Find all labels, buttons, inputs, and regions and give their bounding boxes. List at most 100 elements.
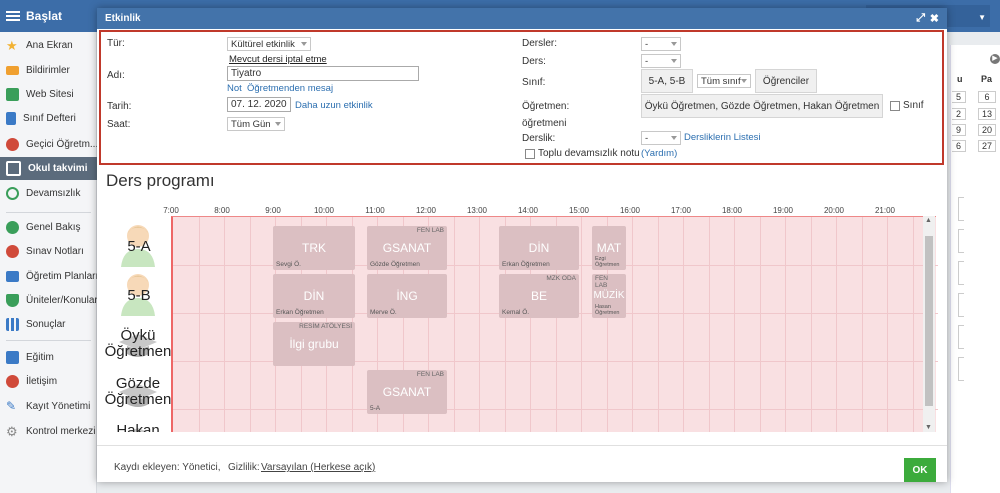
cancel-lesson-link[interactable]: Mevcut dersi iptal etme [229, 54, 327, 65]
name-input[interactable]: Tiyatro [227, 66, 419, 81]
expand-icon[interactable]: ⤢ [916, 12, 925, 25]
sidebar-item-devamsizlik[interactable]: Devamsızlık [0, 182, 97, 204]
lesson-block[interactable]: FEN LAB MÜZİK Hasan Öğretmen [592, 274, 626, 318]
calendar-day[interactable]: 9 [952, 124, 966, 136]
time-label: 16:00 [619, 206, 641, 215]
lesson-block[interactable]: FEN LAB GSANAT Gözde Öğretmen [367, 226, 447, 270]
whole-class-select[interactable]: Tüm sınıf [697, 74, 751, 88]
sidebar-item-web-sitesi[interactable]: Web Sitesi [0, 83, 97, 105]
help-link[interactable]: (Yardım) [641, 148, 677, 159]
grid-line [198, 217, 200, 432]
close-icon[interactable]: ✖ [930, 12, 939, 25]
schedule-scrollbar[interactable]: ▲ ▼ [923, 216, 935, 432]
sidebar-item-sinav-notlari[interactable]: Sınav Notları [0, 240, 97, 262]
classroom-select[interactable]: - [641, 131, 681, 145]
hamburger-icon [6, 11, 20, 21]
time-label: Saat: [107, 119, 131, 130]
lesson-block[interactable]: RESİM ATÖLYESİ İlgi grubu [273, 322, 355, 366]
grid-line [734, 217, 735, 432]
calendar-day[interactable]: 13 [978, 108, 996, 120]
calendar-day[interactable]: 6 [952, 140, 966, 152]
scroll-down-icon[interactable]: ▼ [925, 424, 932, 431]
time-select[interactable]: Tüm Gün [227, 117, 285, 131]
privacy-link[interactable]: Varsayılan (Herkese açık) [261, 462, 375, 473]
chevron-down-icon [671, 59, 677, 63]
teacher-message-link[interactable]: Öğretmenden mesaj [247, 83, 333, 94]
class-label: Sınıf: [522, 77, 546, 88]
sidebar-item-uniteler-konular[interactable]: Üniteler/Konular [0, 289, 97, 311]
background-box [958, 229, 964, 253]
longer-event-link[interactable]: Daha uzun etkinlik [295, 100, 373, 111]
lesson-block[interactable]: MAT Ezgi Öğretmen [592, 226, 626, 270]
grid-line [810, 217, 812, 432]
lesson-block[interactable]: TRK Sevgi Ö. [273, 226, 355, 270]
lesson-block[interactable]: FEN LAB GSANAT 5-A [367, 370, 447, 414]
calendar-day[interactable]: 2 [952, 108, 966, 120]
home-icon [6, 87, 19, 101]
next-month-icon[interactable]: ▶ [990, 54, 1000, 64]
scroll-up-icon[interactable]: ▲ [925, 217, 932, 224]
added-by-text: Kaydı ekleyen: Yönetici, [114, 462, 221, 473]
scrollbar-thumb[interactable] [925, 236, 933, 406]
grid-line [887, 217, 888, 432]
ok-button[interactable]: OK [904, 458, 936, 482]
sidebar-item-ana-ekran[interactable]: ★ Ana Ekran [0, 34, 97, 56]
teachers-button[interactable]: Öykü Öğretmen, Gözde Öğretmen, Hakan Öğr… [641, 94, 883, 118]
grid-line [657, 217, 659, 432]
bulk-absence-checkbox[interactable] [525, 149, 535, 159]
classroom-list-link[interactable]: Dersliklerin Listesi [684, 132, 761, 143]
sidebar-item-okul-takvimi[interactable]: Okul takvimi [0, 157, 97, 180]
sidebar-item-sonuclar[interactable]: Sonuçlar [0, 313, 97, 335]
calendar-day[interactable]: 6 [978, 91, 996, 103]
time-label: 8:00 [214, 206, 230, 215]
lesson-select[interactable]: - [641, 54, 681, 68]
time-label: 18:00 [721, 206, 743, 215]
time-label: 10:00 [313, 206, 335, 215]
sidebar-item-kontrol-merkezi[interactable]: ⚙ Kontrol merkezi [0, 420, 97, 442]
date-input[interactable]: 07. 12. 2020 [227, 97, 291, 112]
chevron-down-icon [741, 79, 747, 83]
sidebar-item-genel-bakis[interactable]: Genel Bakış [0, 216, 97, 238]
sidebar-item-iletisim[interactable]: İletişim [0, 370, 97, 392]
lessons-select[interactable]: - [641, 37, 681, 51]
row-name: 5-A [127, 238, 151, 255]
chat-icon [6, 374, 19, 388]
sidebar-item-sinif-defteri[interactable]: Sınıf Defteri [0, 107, 97, 129]
time-label: 21:00 [874, 206, 896, 215]
sidebar-item-kayit-yonetimi[interactable]: ✎ Kayıt Yönetimi [0, 395, 97, 417]
chevron-down-icon [671, 136, 677, 140]
start-menu-button[interactable]: Başlat [0, 0, 97, 32]
class-teacher-checkbox[interactable] [890, 101, 900, 111]
notebook-icon [6, 111, 16, 125]
sidebar-item-gecici-ogretmen[interactable]: Geçici Öğretm... [0, 133, 97, 155]
grid-line [224, 217, 225, 432]
name-label: Adı: [107, 70, 125, 81]
sidebar-item-bildirimler[interactable]: Bildirimler [0, 59, 97, 81]
weekday-header: u [957, 74, 963, 84]
sidebar-item-egitim[interactable]: Eğitim [0, 346, 97, 368]
background-box [958, 197, 964, 221]
calendar-day[interactable]: 5 [952, 91, 966, 103]
lesson-block[interactable]: DİN Erkan Öğretmen [273, 274, 355, 318]
lesson-block[interactable]: İNG Merve Ö. [367, 274, 447, 318]
row-name: 5-B [127, 287, 151, 304]
class-button[interactable]: 5-A, 5-B [641, 69, 693, 93]
sidebar-item-ogretim-planlari[interactable]: Öğretim Planları [0, 265, 97, 287]
sidebar-divider [6, 340, 91, 341]
lesson-block[interactable]: DİN Erkan Öğretmen [499, 226, 579, 270]
app-title: Başlat [26, 9, 63, 23]
lesson-block[interactable]: MZK ODA BE Kemal Ö. [499, 274, 579, 318]
grid-line [708, 217, 710, 432]
grid-line [759, 217, 761, 432]
calendar-day[interactable]: 27 [978, 140, 996, 152]
calendar-day[interactable]: 20 [978, 124, 996, 136]
students-button[interactable]: Öğrenciler [755, 69, 817, 93]
type-select[interactable]: Kültürel etkinlik [227, 37, 311, 51]
note-link[interactable]: Not [227, 83, 242, 94]
time-label: 12:00 [415, 206, 437, 215]
lesson-label: Ders: [522, 56, 546, 67]
background-box [958, 357, 964, 381]
gauge-icon [6, 244, 19, 258]
row-name: Öykü Öğretmen [104, 327, 172, 360]
type-label: Tür: [107, 38, 125, 49]
